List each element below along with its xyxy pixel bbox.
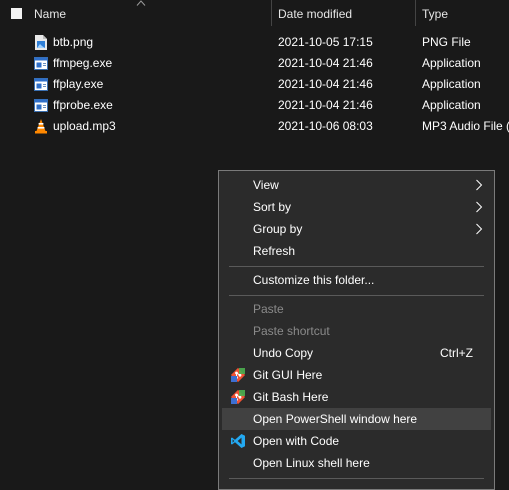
menu-item-label: Git GUI Here — [253, 368, 323, 382]
application-icon — [34, 99, 48, 112]
menu-item-label: Open PowerShell window here — [253, 412, 418, 426]
file-row[interactable]: ffmpeg.exe 2021-10-04 21:46 Application — [0, 53, 509, 74]
vscode-icon — [231, 434, 245, 448]
menu-item-label: Open Linux shell here — [253, 456, 370, 470]
menu-item-label: Paste — [253, 302, 284, 316]
file-row[interactable]: upload.mp3 2021-10-06 08:03 MP3 Audio Fi… — [0, 116, 509, 137]
column-name[interactable]: Name — [34, 7, 66, 21]
vlc-audio-icon — [35, 119, 47, 134]
sort-ascending-icon[interactable] — [136, 0, 146, 6]
file-type: Application — [422, 77, 481, 91]
chevron-right-icon — [476, 179, 483, 191]
git-icon — [230, 389, 246, 405]
menu-separator — [229, 266, 484, 267]
file-name: upload.mp3 — [53, 119, 116, 133]
keyboard-shortcut: Ctrl+Z — [440, 346, 473, 360]
menu-item-sort-by[interactable]: Sort by — [222, 196, 491, 218]
file-name: ffprobe.exe — [53, 98, 113, 112]
menu-item-git-gui[interactable]: Git GUI Here — [222, 364, 491, 386]
select-all-checkbox[interactable] — [11, 8, 22, 19]
menu-item-label: Customize this folder... — [253, 273, 375, 287]
menu-item-open-with-code[interactable]: Open with Code — [222, 430, 491, 452]
file-date: 2021-10-05 17:15 — [278, 35, 373, 49]
column-header: Name Date modified Type — [0, 0, 509, 28]
file-row[interactable]: ffprobe.exe 2021-10-04 21:46 Application — [0, 95, 509, 116]
file-type: PNG File — [422, 35, 471, 49]
menu-item-label: Undo Copy — [253, 346, 314, 360]
menu-item-refresh[interactable]: Refresh — [222, 240, 491, 262]
column-divider[interactable] — [271, 0, 272, 26]
menu-item-label: Paste shortcut — [253, 324, 330, 338]
file-type: Application — [422, 56, 481, 70]
menu-item-open-powershell[interactable]: Open PowerShell window here — [222, 408, 491, 430]
chevron-right-icon — [476, 201, 483, 213]
menu-item-paste-shortcut: Paste shortcut — [222, 320, 491, 342]
menu-item-label: Git Bash Here — [253, 390, 329, 404]
menu-item-label: Sort by — [253, 200, 292, 214]
application-icon — [34, 78, 48, 91]
menu-item-undo-copy[interactable]: Undo Copy Ctrl+Z — [222, 342, 491, 364]
file-row[interactable]: btb.png 2021-10-05 17:15 PNG File — [0, 32, 509, 53]
menu-item-label: Group by — [253, 222, 303, 236]
column-date-modified[interactable]: Date modified — [278, 7, 352, 21]
image-file-icon — [35, 35, 47, 50]
column-divider[interactable] — [415, 0, 416, 26]
file-type: Application — [422, 98, 481, 112]
file-type: MP3 Audio File ( — [422, 119, 509, 133]
file-date: 2021-10-06 08:03 — [278, 119, 373, 133]
file-date: 2021-10-04 21:46 — [278, 77, 373, 91]
menu-item-label: Open with Code — [253, 434, 340, 448]
menu-item-label: View — [253, 178, 279, 192]
menu-item-open-linux-shell[interactable]: Open Linux shell here — [222, 452, 491, 474]
file-date: 2021-10-04 21:46 — [278, 98, 373, 112]
file-name: ffmpeg.exe — [53, 56, 113, 70]
git-icon — [230, 367, 246, 383]
context-menu: View Sort by Group by Refresh Customize … — [218, 170, 495, 490]
column-type[interactable]: Type — [422, 7, 448, 21]
menu-separator — [229, 295, 484, 296]
application-icon — [34, 57, 48, 70]
menu-item-view[interactable]: View — [222, 174, 491, 196]
file-name: ffplay.exe — [53, 77, 104, 91]
menu-item-label: Refresh — [253, 244, 296, 258]
menu-item-customize-folder[interactable]: Customize this folder... — [222, 269, 491, 291]
menu-item-group-by[interactable]: Group by — [222, 218, 491, 240]
file-date: 2021-10-04 21:46 — [278, 56, 373, 70]
file-name: btb.png — [53, 35, 94, 49]
file-row[interactable]: ffplay.exe 2021-10-04 21:46 Application — [0, 74, 509, 95]
menu-item-paste: Paste — [222, 298, 491, 320]
chevron-right-icon — [476, 223, 483, 235]
menu-item-git-bash[interactable]: Git Bash Here — [222, 386, 491, 408]
